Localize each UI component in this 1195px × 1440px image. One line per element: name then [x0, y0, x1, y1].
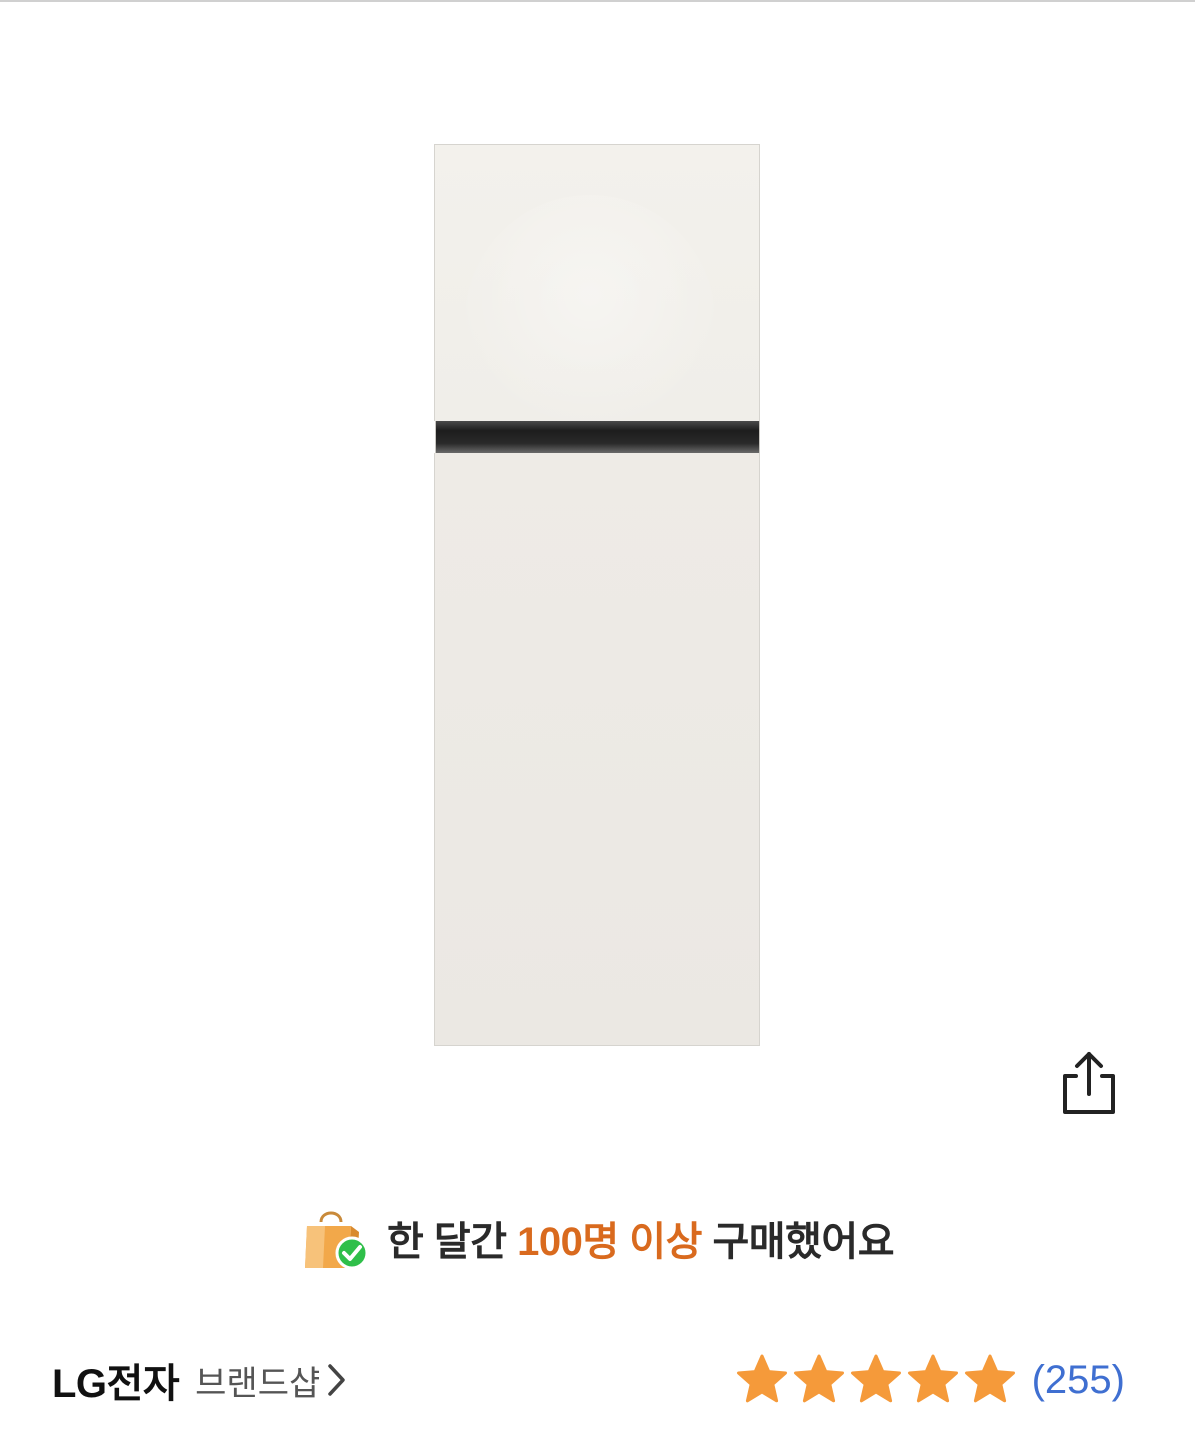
shopping-bag-check-icon	[304, 1211, 369, 1270]
brand-shop-label: 브랜드샵	[195, 1364, 321, 1403]
chevron-right-icon	[328, 1364, 346, 1396]
purchase-count-highlight: 100명 이상	[517, 1220, 702, 1264]
star-icon	[964, 1354, 1015, 1403]
rating-summary[interactable]: (255)	[735, 1340, 1125, 1420]
star-icon	[736, 1354, 787, 1403]
purchase-text-suffix: 구매했어요	[701, 1220, 895, 1264]
review-count: (255)	[1031, 1357, 1125, 1402]
refrigerator-image	[434, 144, 760, 1046]
fridge-handle	[435, 421, 760, 453]
brand-shop-link[interactable]: LG전자 브랜드샵	[52, 1340, 348, 1420]
purchase-count-text: 한 달간 100명 이상 구매했어요	[386, 1209, 895, 1267]
star-icon	[793, 1354, 844, 1403]
fridge-freezer-door	[434, 144, 760, 445]
brand-rating-row: LG전자 브랜드샵 (255)	[0, 1340, 1195, 1420]
share-icon	[1063, 1052, 1115, 1114]
share-button[interactable]	[1058, 1050, 1120, 1116]
brand-name: LG전자	[52, 1362, 180, 1406]
star-icon	[907, 1354, 958, 1403]
purchase-count-banner: 한 달간 100명 이상 구매했어요	[0, 1198, 1195, 1278]
product-image[interactable]	[0, 2, 1195, 1142]
star-rating	[735, 1353, 1020, 1407]
star-icon	[850, 1354, 901, 1403]
fridge-main-door	[434, 453, 760, 1046]
purchase-text-prefix: 한 달간	[386, 1220, 518, 1264]
